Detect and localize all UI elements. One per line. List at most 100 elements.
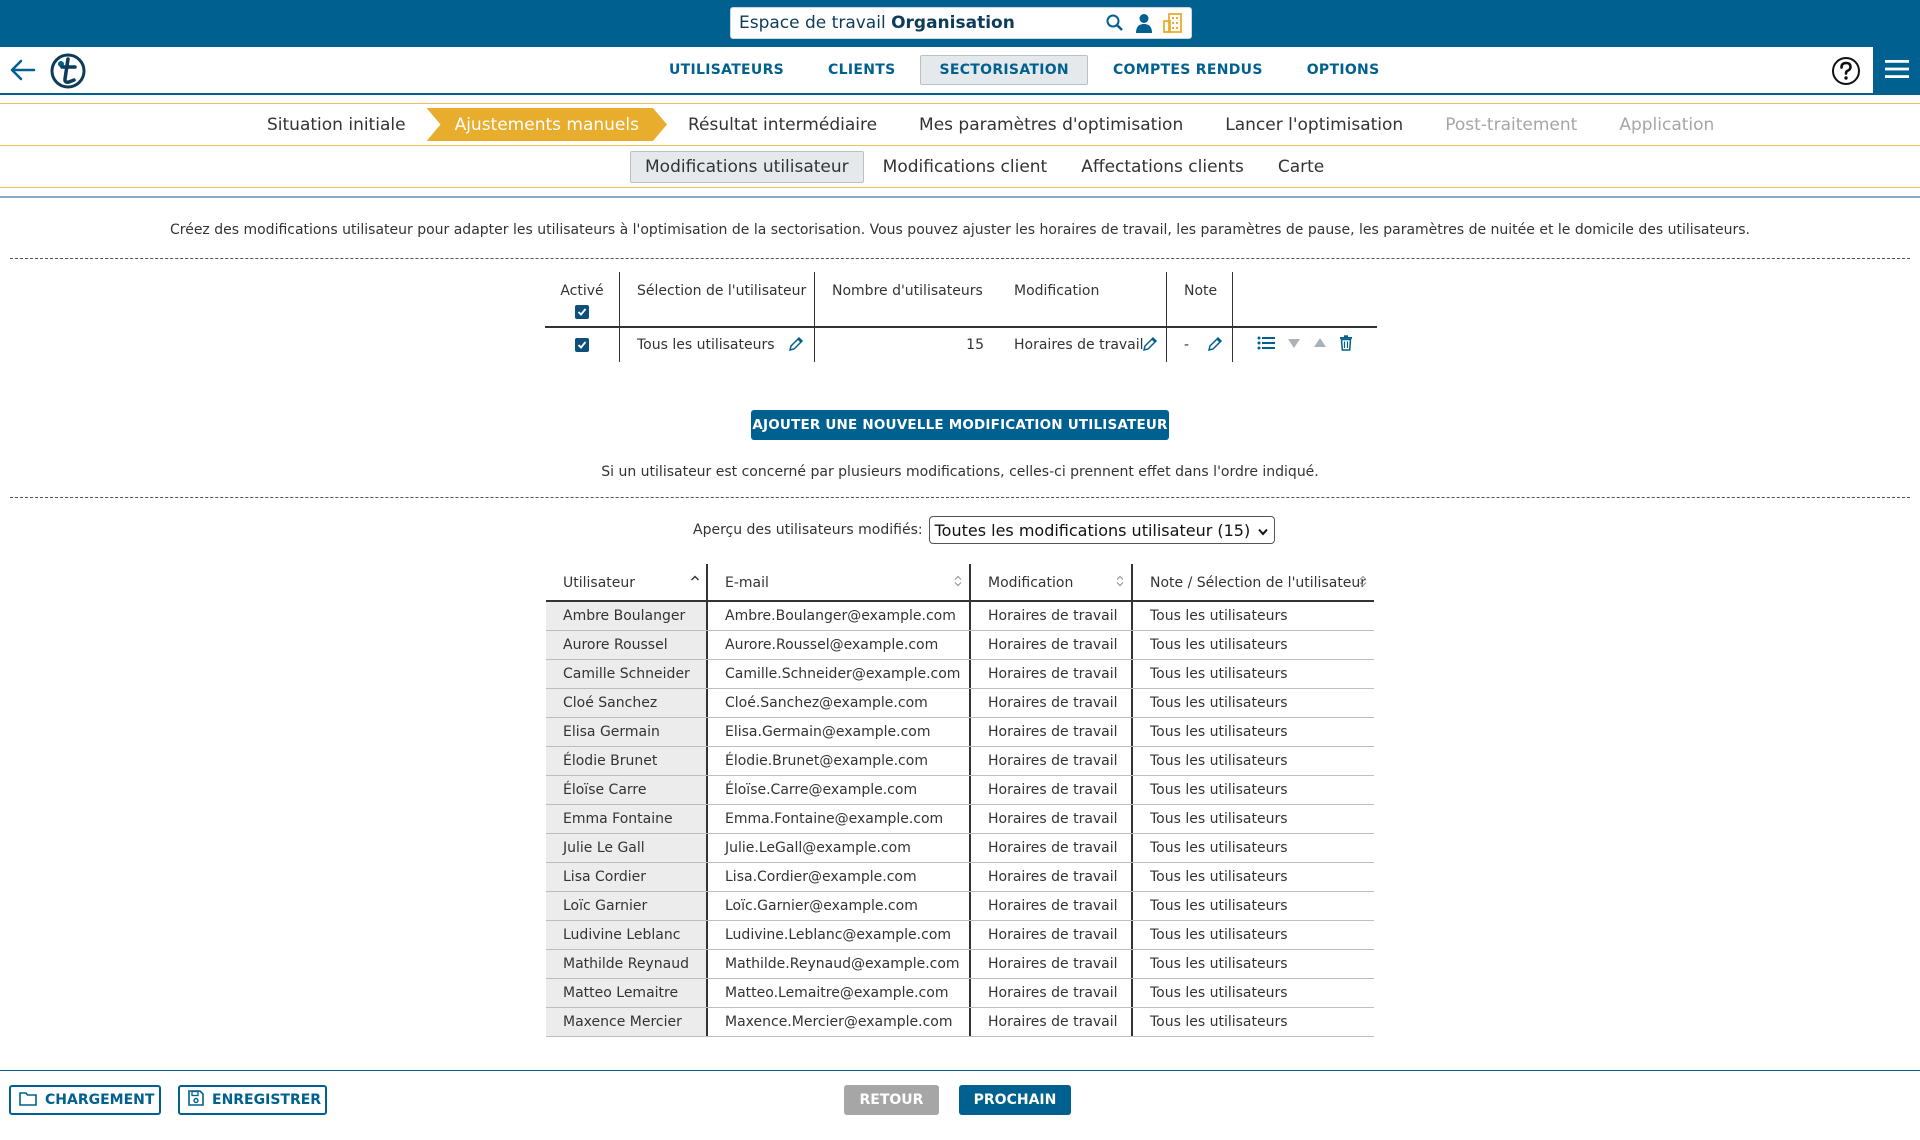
- cell-user: Lisa Cordier: [546, 863, 706, 891]
- table-row[interactable]: Emma Fontaine Emma.Fontaine@example.com Ho…: [546, 805, 1374, 834]
- sort-icon[interactable]: [1115, 574, 1125, 592]
- tab-client-assignments[interactable]: Affectations clients: [1066, 151, 1259, 183]
- table-row[interactable]: Ambre Boulanger Ambre.Boulanger@example.c…: [546, 602, 1374, 631]
- building-icon[interactable]: [1163, 12, 1183, 34]
- cell-note-selection: Tous les utilisateurs: [1131, 805, 1374, 833]
- table-row[interactable]: Mathilde Reynaud Mathilde.Reynaud@example…: [546, 950, 1374, 979]
- table-row[interactable]: Cloé Sanchez Cloé.Sanchez@example.com Hora…: [546, 689, 1374, 718]
- cell-modification: Horaires de travail: [969, 892, 1131, 920]
- nav-clients[interactable]: CLIENTS: [809, 55, 914, 85]
- cell-email: Ambre.Boulanger@example.com: [706, 602, 969, 630]
- cell-user: Matteo Lemaitre: [546, 979, 706, 1007]
- cell-user: Emma Fontaine: [546, 805, 706, 833]
- col-user-header[interactable]: Utilisateur: [546, 564, 706, 602]
- table-row[interactable]: Matteo Lemaitre Matteo.Lemaitre@example.c…: [546, 979, 1374, 1008]
- back-arrow-icon[interactable]: [10, 59, 36, 85]
- load-label: CHARGEMENT: [45, 1092, 155, 1108]
- users-table-header: Utilisateur E-mail Modification Note / S…: [546, 564, 1374, 602]
- help-icon[interactable]: [1831, 56, 1861, 90]
- load-button[interactable]: CHARGEMENT: [9, 1085, 161, 1115]
- nav-users[interactable]: UTILISATEURS: [650, 55, 803, 85]
- col-note-selection-header[interactable]: Note / Sélection de l'utilisateur: [1131, 564, 1374, 602]
- order-note: Si un utilisateur est concerné par plusi…: [601, 464, 1319, 480]
- hamburger-menu-button[interactable]: [1873, 47, 1920, 94]
- nav-sectorisation[interactable]: SECTORISATION: [920, 55, 1088, 85]
- table-row[interactable]: Maxence Mercier Maxence.Mercier@example.c…: [546, 1008, 1374, 1037]
- cell-user: Cloé Sanchez: [546, 689, 706, 717]
- tab-user-modifications[interactable]: Modifications utilisateur: [630, 151, 864, 183]
- nav-reports[interactable]: COMPTES RENDUS: [1094, 55, 1282, 85]
- cell-user: Maxence Mercier: [546, 1008, 706, 1036]
- edit-modification-pencil-icon[interactable]: [1142, 336, 1158, 356]
- search-icon[interactable]: [1105, 13, 1125, 33]
- col-count-header: Nombre d'utilisateurs: [814, 272, 994, 328]
- cell-note-selection: Tous les utilisateurs: [1131, 747, 1374, 775]
- cell-email: Camille.Schneider@example.com: [706, 660, 969, 688]
- sort-asc-icon[interactable]: [690, 574, 700, 592]
- step-parametres-optimisation[interactable]: Mes paramètres d'optimisation: [898, 108, 1204, 141]
- table-row[interactable]: Camille Schneider Camille.Schneider@examp…: [546, 660, 1374, 689]
- table-row[interactable]: Julie Le Gall Julie.LeGall@example.com Hor…: [546, 834, 1374, 863]
- cell-note: -: [1166, 328, 1232, 362]
- table-row[interactable]: Aurore Roussel Aurore.Roussel@example.com…: [546, 631, 1374, 660]
- step-ajustements-manuels[interactable]: Ajustements manuels: [427, 108, 667, 141]
- edit-selection-pencil-icon[interactable]: [788, 336, 804, 356]
- cell-note-selection: Tous les utilisateurs: [1131, 718, 1374, 746]
- modification-filter-select[interactable]: Toutes les modifications utilisateur (15…: [928, 516, 1276, 544]
- save-button[interactable]: ENREGISTRER: [178, 1085, 327, 1115]
- table-row[interactable]: Éloïse Carre Éloïse.Carre@example.com Hora…: [546, 776, 1374, 805]
- select-all-checkbox[interactable]: [575, 305, 589, 319]
- back-button[interactable]: RETOUR: [844, 1085, 939, 1115]
- cell-note-selection: Tous les utilisateurs: [1131, 689, 1374, 717]
- tab-map[interactable]: Carte: [1263, 151, 1339, 183]
- table-row[interactable]: Elisa Germain Elisa.Germain@example.com Ho…: [546, 718, 1374, 747]
- step-lancer-optimisation[interactable]: Lancer l'optimisation: [1204, 108, 1424, 141]
- cell-note-selection: Tous les utilisateurs: [1131, 1008, 1374, 1036]
- table-row[interactable]: Loïc Garnier Loïc.Garnier@example.com Hora…: [546, 892, 1374, 921]
- tab-client-modifications[interactable]: Modifications client: [868, 151, 1063, 183]
- table-row[interactable]: Élodie Brunet Élodie.Brunet@example.com Ho…: [546, 747, 1374, 776]
- col-active-label: Activé: [560, 283, 604, 299]
- section-divider: [0, 196, 1920, 198]
- sort-icon[interactable]: [953, 574, 963, 592]
- top-bar: Espace de travail Organisation: [0, 0, 1920, 47]
- intro-text: Créez des modifications utilisateur pour…: [169, 222, 1750, 238]
- list-icon[interactable]: [1257, 335, 1275, 355]
- cell-modification: Horaires de travail: [969, 776, 1131, 804]
- cell-count: 15: [814, 328, 994, 362]
- save-label: ENREGISTRER: [212, 1092, 322, 1108]
- step-situation-initiale[interactable]: Situation initiale: [246, 108, 427, 141]
- cell-modification: Horaires de travail: [969, 689, 1131, 717]
- sort-icon[interactable]: [1358, 574, 1368, 592]
- app-logo[interactable]: [50, 53, 86, 93]
- cell-modification: Horaires de travail: [994, 328, 1166, 362]
- trash-icon[interactable]: [1339, 335, 1353, 355]
- move-up-icon[interactable]: [1313, 337, 1327, 353]
- step-post-traitement: Post-traitement: [1445, 114, 1578, 135]
- workspace-selector[interactable]: Espace de travail Organisation: [730, 7, 1192, 39]
- cell-note-selection: Tous les utilisateurs: [1131, 660, 1374, 688]
- note-value: -: [1184, 337, 1190, 353]
- edit-note-pencil-icon[interactable]: [1207, 336, 1223, 356]
- cell-modification: Horaires de travail: [969, 631, 1131, 659]
- user-icon[interactable]: [1135, 13, 1153, 33]
- step-resultat-intermediaire[interactable]: Résultat intermédiaire: [667, 108, 898, 141]
- cell-email: Éloïse.Carre@example.com: [706, 776, 969, 804]
- row-active-checkbox[interactable]: [575, 338, 589, 352]
- cell-email: Matteo.Lemaitre@example.com: [706, 979, 969, 1007]
- col-email-header[interactable]: E-mail: [706, 564, 969, 602]
- cell-modification: Horaires de travail: [969, 660, 1131, 688]
- cell-modification: Horaires de travail: [969, 805, 1131, 833]
- cell-modification: Horaires de travail: [969, 950, 1131, 978]
- cell-user: Aurore Roussel: [546, 631, 706, 659]
- nav-options[interactable]: OPTIONS: [1288, 55, 1399, 85]
- dashed-divider: [10, 258, 1910, 259]
- table-row[interactable]: Lisa Cordier Lisa.Cordier@example.com Hora…: [546, 863, 1374, 892]
- next-button[interactable]: PROCHAIN: [959, 1085, 1071, 1115]
- col-modification-header[interactable]: Modification: [969, 564, 1131, 602]
- cell-user: Julie Le Gall: [546, 834, 706, 862]
- table-row[interactable]: Ludivine Leblanc Ludivine.Leblanc@example…: [546, 921, 1374, 950]
- col-user-label: Utilisateur: [563, 575, 636, 591]
- add-user-modification-button[interactable]: AJOUTER UNE NOUVELLE MODIFICATION UTILIS…: [751, 410, 1169, 440]
- move-down-icon[interactable]: [1287, 337, 1301, 353]
